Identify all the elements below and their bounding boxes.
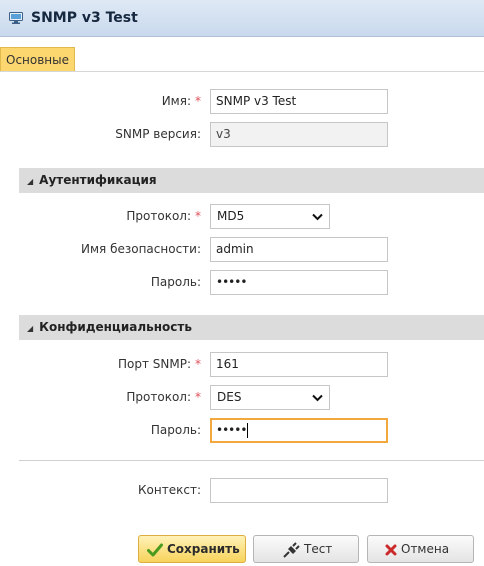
save-button-label: Сохранить xyxy=(167,542,240,556)
name-input[interactable]: SNMP v3 Test xyxy=(210,89,388,114)
auth-protocol-select[interactable]: MD5 xyxy=(210,204,330,229)
auth-protocol-label: Протокол: * xyxy=(126,209,201,223)
snmp-port-label: Порт SNMP: * xyxy=(117,357,201,371)
plug-icon xyxy=(283,541,300,558)
cancel-button[interactable]: Отмена xyxy=(367,535,474,563)
text-caret xyxy=(247,423,249,438)
required-marker: * xyxy=(195,209,201,223)
privacy-password-input[interactable]: ••••• xyxy=(210,418,388,443)
snmp-version-field: v3 xyxy=(210,122,388,147)
snmp-version-label: SNMP версия: xyxy=(115,127,201,141)
context-input[interactable] xyxy=(210,478,388,503)
tab-underline xyxy=(0,71,484,72)
privacy-password-value: ••••• xyxy=(216,423,247,437)
window-title: SNMP v3 Test xyxy=(31,10,138,26)
privacy-password-label: Пароль: xyxy=(150,423,201,437)
test-button[interactable]: Тест xyxy=(253,535,359,563)
window-titlebar: SNMP v3 Test xyxy=(0,0,484,37)
security-name-input[interactable]: admin xyxy=(210,237,388,262)
section-privacy[interactable]: ◢ Конфиденциальность xyxy=(19,315,484,340)
triangle-collapse-icon: ◢ xyxy=(27,177,34,186)
test-button-label: Тест xyxy=(304,542,333,556)
auth-password-label: Пароль: xyxy=(150,275,201,289)
privacy-protocol-value: DES xyxy=(217,390,242,404)
tab-strip: Основные xyxy=(0,37,484,72)
chevron-down-icon xyxy=(312,394,323,402)
section-divider xyxy=(19,460,484,461)
section-privacy-title: Конфиденциальность xyxy=(39,320,192,334)
tab-general[interactable]: Основные xyxy=(0,47,76,72)
monitor-network-icon xyxy=(9,12,23,24)
required-marker: * xyxy=(195,390,201,404)
security-name-label: Имя безопасности: xyxy=(81,242,201,256)
required-marker: * xyxy=(195,94,201,108)
section-authentication-title: Аутентификация xyxy=(39,173,157,187)
required-marker: * xyxy=(195,357,201,371)
snmp-port-input[interactable]: 161 xyxy=(210,352,388,377)
checkmark-icon xyxy=(147,543,163,556)
auth-password-input[interactable]: ••••• xyxy=(210,270,388,295)
section-authentication[interactable]: ◢ Аутентификация xyxy=(19,168,484,193)
privacy-protocol-select[interactable]: DES xyxy=(210,385,330,410)
x-icon xyxy=(385,544,397,555)
chevron-down-icon xyxy=(312,213,323,221)
triangle-collapse-icon: ◢ xyxy=(27,324,34,333)
name-label: Имя: * xyxy=(161,94,201,108)
context-label: Контекст: xyxy=(138,483,201,497)
privacy-protocol-label: Протокол: * xyxy=(126,390,201,404)
cancel-button-label: Отмена xyxy=(401,542,450,556)
auth-protocol-value: MD5 xyxy=(217,209,245,223)
save-button[interactable]: Сохранить xyxy=(138,535,246,563)
